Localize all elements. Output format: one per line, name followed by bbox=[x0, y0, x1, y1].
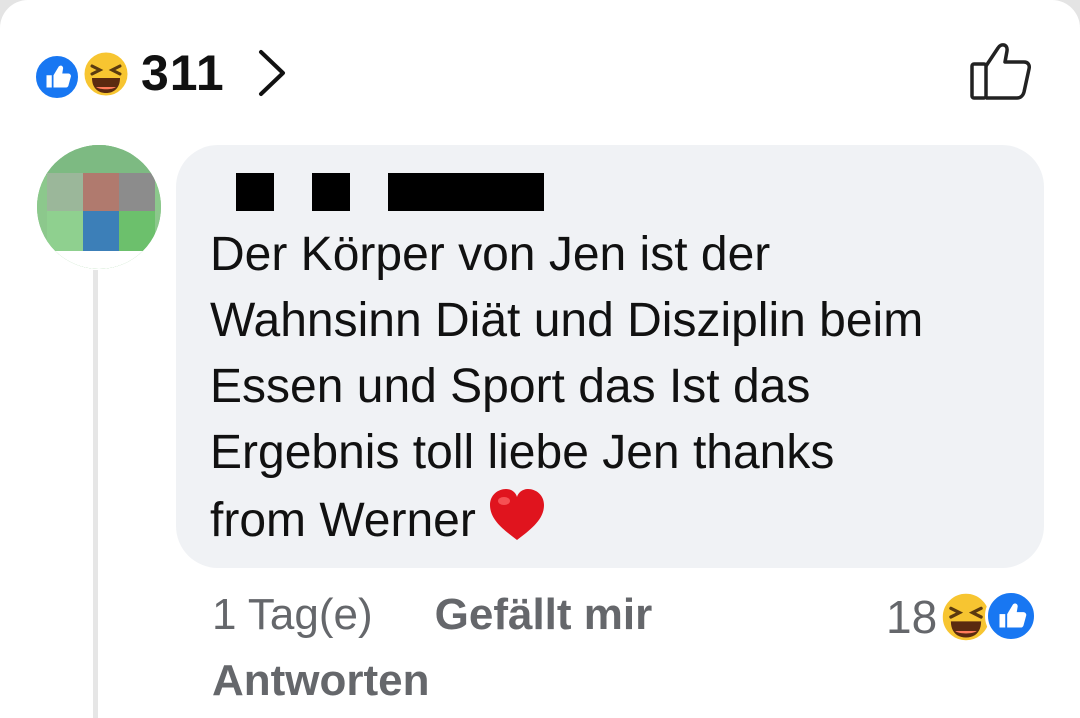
comment-reaction-count: 18 bbox=[886, 591, 938, 643]
reply-button[interactable]: Antworten bbox=[212, 656, 430, 706]
comment-reaction-summary[interactable]: 18 bbox=[886, 588, 1051, 646]
red-heart-icon bbox=[489, 489, 544, 540]
redacted-name-block bbox=[388, 173, 544, 211]
reactions-header[interactable]: 311 bbox=[33, 40, 289, 106]
laugh-emoji-icon bbox=[81, 49, 131, 99]
like-icon bbox=[33, 53, 81, 101]
comment-meta: 1 Tag(e) Gefällt mir bbox=[212, 590, 652, 640]
like-icon bbox=[985, 590, 1038, 642]
redacted-name-block bbox=[312, 173, 350, 211]
reaction-icons bbox=[33, 43, 133, 103]
comment-text: Der Körper von Jen ist der Wahnsinn Diät… bbox=[210, 222, 1030, 554]
reaction-count: 311 bbox=[141, 45, 225, 101]
comment-reaction-icons bbox=[939, 588, 1051, 646]
like-comment-button[interactable]: Gefällt mir bbox=[435, 590, 653, 640]
avatar[interactable] bbox=[37, 145, 161, 269]
thread-line bbox=[93, 270, 98, 718]
chevron-right-icon[interactable] bbox=[255, 46, 289, 100]
redacted-name-block bbox=[236, 173, 274, 211]
comment-body: Der Körper von Jen ist der Wahnsinn Diät… bbox=[210, 228, 924, 547]
like-outline-icon[interactable] bbox=[966, 40, 1036, 106]
comment-sheet: 311 Der Körper von Jen ist der Wahnsinn … bbox=[0, 0, 1080, 718]
comment-timestamp[interactable]: 1 Tag(e) bbox=[212, 590, 373, 640]
